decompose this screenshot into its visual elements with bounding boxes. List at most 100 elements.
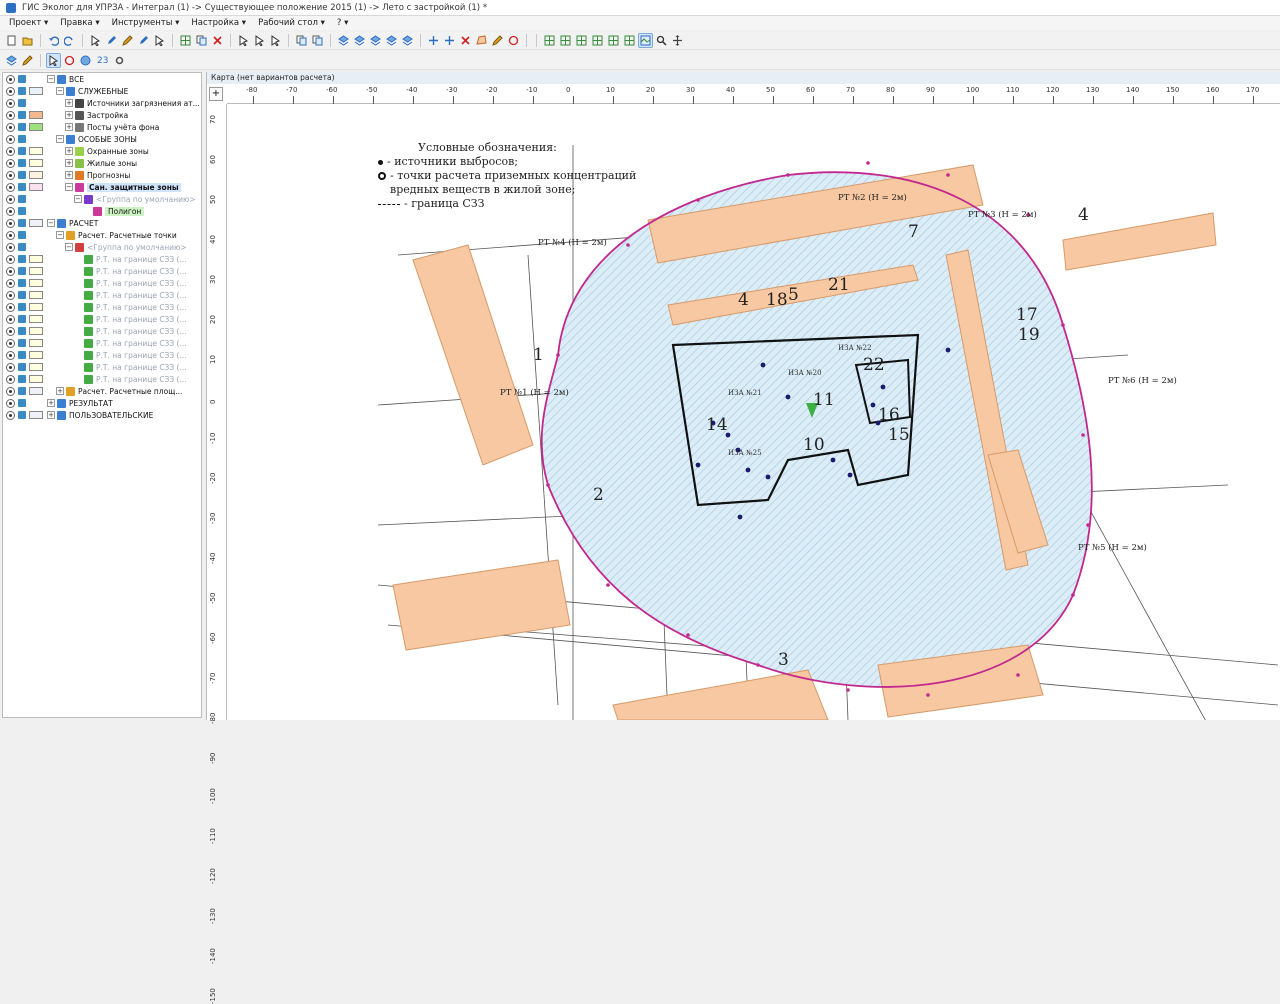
layer-button[interactable]: [368, 33, 383, 48]
lock-icon[interactable]: [18, 303, 26, 311]
tree-row[interactable]: − ОСОБЫЕ ЗОНЫ: [3, 133, 201, 145]
lock-icon[interactable]: [18, 375, 26, 383]
expand-toggle[interactable]: −: [56, 87, 64, 95]
szz-vertex[interactable]: [546, 483, 550, 487]
szz-vertex[interactable]: [556, 353, 560, 357]
menu-tools[interactable]: Инструменты ▾: [106, 18, 186, 28]
tree-row[interactable]: − Сан. защитные зоны: [3, 181, 201, 193]
visibility-icon[interactable]: [6, 158, 15, 168]
zoom-in-button[interactable]: +: [209, 87, 223, 101]
szz-vertex[interactable]: [606, 583, 610, 587]
style-swatch[interactable]: [29, 267, 43, 275]
visibility-icon[interactable]: [6, 302, 15, 312]
emission-source-dot[interactable]: [830, 457, 836, 463]
expand-toggle[interactable]: +: [65, 99, 73, 107]
tree-row[interactable]: Р.Т. на границе СЗЗ (...: [3, 361, 201, 373]
building[interactable]: [612, 669, 829, 720]
lock-icon[interactable]: [18, 411, 26, 419]
lock-icon[interactable]: [18, 231, 26, 239]
tree-row[interactable]: + Охранные зоны: [3, 145, 201, 157]
circle-button[interactable]: [506, 33, 521, 48]
lock-icon[interactable]: [18, 255, 26, 263]
layer-button[interactable]: [352, 33, 367, 48]
tree-row[interactable]: Р.Т. на границе СЗЗ (...: [3, 337, 201, 349]
visibility-icon[interactable]: [6, 290, 15, 300]
settings-button[interactable]: [112, 53, 127, 68]
emission-source-dot[interactable]: [695, 462, 701, 468]
select-button[interactable]: [46, 53, 61, 68]
lock-icon[interactable]: [18, 111, 26, 119]
style-swatch[interactable]: [29, 351, 43, 359]
expand-toggle[interactable]: +: [47, 411, 55, 419]
pencil-button[interactable]: [490, 33, 505, 48]
tree-row[interactable]: − СЛУЖЕБНЫЕ: [3, 85, 201, 97]
expand-toggle[interactable]: −: [56, 135, 64, 143]
select-button[interactable]: [252, 33, 267, 48]
expand-toggle[interactable]: +: [56, 387, 64, 395]
visibility-icon[interactable]: [6, 182, 15, 192]
delete-button[interactable]: [458, 33, 473, 48]
visibility-icon[interactable]: [6, 410, 15, 420]
copy-button[interactable]: [310, 33, 325, 48]
visibility-icon[interactable]: [6, 398, 15, 408]
layer-button[interactable]: [336, 33, 351, 48]
lock-icon[interactable]: [18, 399, 26, 407]
szz-vertex[interactable]: [696, 198, 700, 202]
visibility-icon[interactable]: [6, 266, 15, 276]
visibility-icon[interactable]: [6, 218, 15, 228]
emission-source-dot[interactable]: [760, 362, 766, 368]
pencil-button[interactable]: [20, 53, 35, 68]
style-swatch[interactable]: [29, 363, 43, 371]
emission-source-dot[interactable]: [880, 384, 886, 390]
emission-source-dot[interactable]: [745, 467, 751, 473]
szz-vertex[interactable]: [946, 173, 950, 177]
visibility-icon[interactable]: [6, 86, 15, 96]
lock-icon[interactable]: [18, 351, 26, 359]
lock-icon[interactable]: [18, 99, 26, 107]
visibility-icon[interactable]: [6, 170, 15, 180]
layer-button[interactable]: [384, 33, 399, 48]
menu-settings[interactable]: Настройка ▾: [185, 18, 252, 28]
szz-vertex[interactable]: [926, 693, 930, 697]
grid-button[interactable]: [178, 33, 193, 48]
szz-vertex[interactable]: [786, 173, 790, 177]
tree-row[interactable]: Р.Т. на границе СЗЗ (...: [3, 325, 201, 337]
visibility-icon[interactable]: [6, 74, 15, 84]
menu-desktop[interactable]: Рабочий стол ▾: [252, 18, 331, 28]
copy-button[interactable]: [294, 33, 309, 48]
lock-icon[interactable]: [18, 267, 26, 275]
style-swatch[interactable]: [29, 147, 43, 155]
layer-button[interactable]: [400, 33, 415, 48]
szz-vertex[interactable]: [686, 633, 690, 637]
undo-button[interactable]: [46, 33, 61, 48]
style-swatch[interactable]: [29, 219, 43, 227]
lock-icon[interactable]: [18, 195, 26, 203]
expand-toggle[interactable]: +: [65, 111, 73, 119]
building[interactable]: [412, 244, 534, 466]
lock-icon[interactable]: [18, 159, 26, 167]
visibility-icon[interactable]: [6, 338, 15, 348]
style-swatch[interactable]: [29, 111, 43, 119]
style-swatch[interactable]: [29, 387, 43, 395]
visibility-icon[interactable]: [6, 350, 15, 360]
tree-row[interactable]: − РАСЧЕТ: [3, 217, 201, 229]
visibility-icon[interactable]: [6, 122, 15, 132]
tree-row[interactable]: − <Группа по умолчанию>: [3, 241, 201, 253]
style-swatch[interactable]: [29, 315, 43, 323]
tree-row[interactable]: Полигон: [3, 205, 201, 217]
edit-button[interactable]: [136, 33, 151, 48]
lock-icon[interactable]: [18, 291, 26, 299]
tree-row[interactable]: Р.Т. на границе СЗЗ (...: [3, 301, 201, 313]
szz-vertex[interactable]: [846, 688, 850, 692]
lock-icon[interactable]: [18, 135, 26, 143]
visibility-icon[interactable]: [6, 230, 15, 240]
map-canvas[interactable]: 1 2 3 4 4 5 7 10 11 14 15 16 17 18 19 21 22 РТ №1 (H = 2…: [228, 105, 1280, 720]
style-swatch[interactable]: [29, 303, 43, 311]
szz-vertex[interactable]: [756, 663, 760, 667]
grid-button[interactable]: [622, 33, 637, 48]
expand-toggle[interactable]: −: [56, 231, 64, 239]
add-point-button[interactable]: [442, 33, 457, 48]
emission-source-dot[interactable]: [765, 474, 771, 480]
lock-icon[interactable]: [18, 171, 26, 179]
style-swatch[interactable]: [29, 183, 43, 191]
